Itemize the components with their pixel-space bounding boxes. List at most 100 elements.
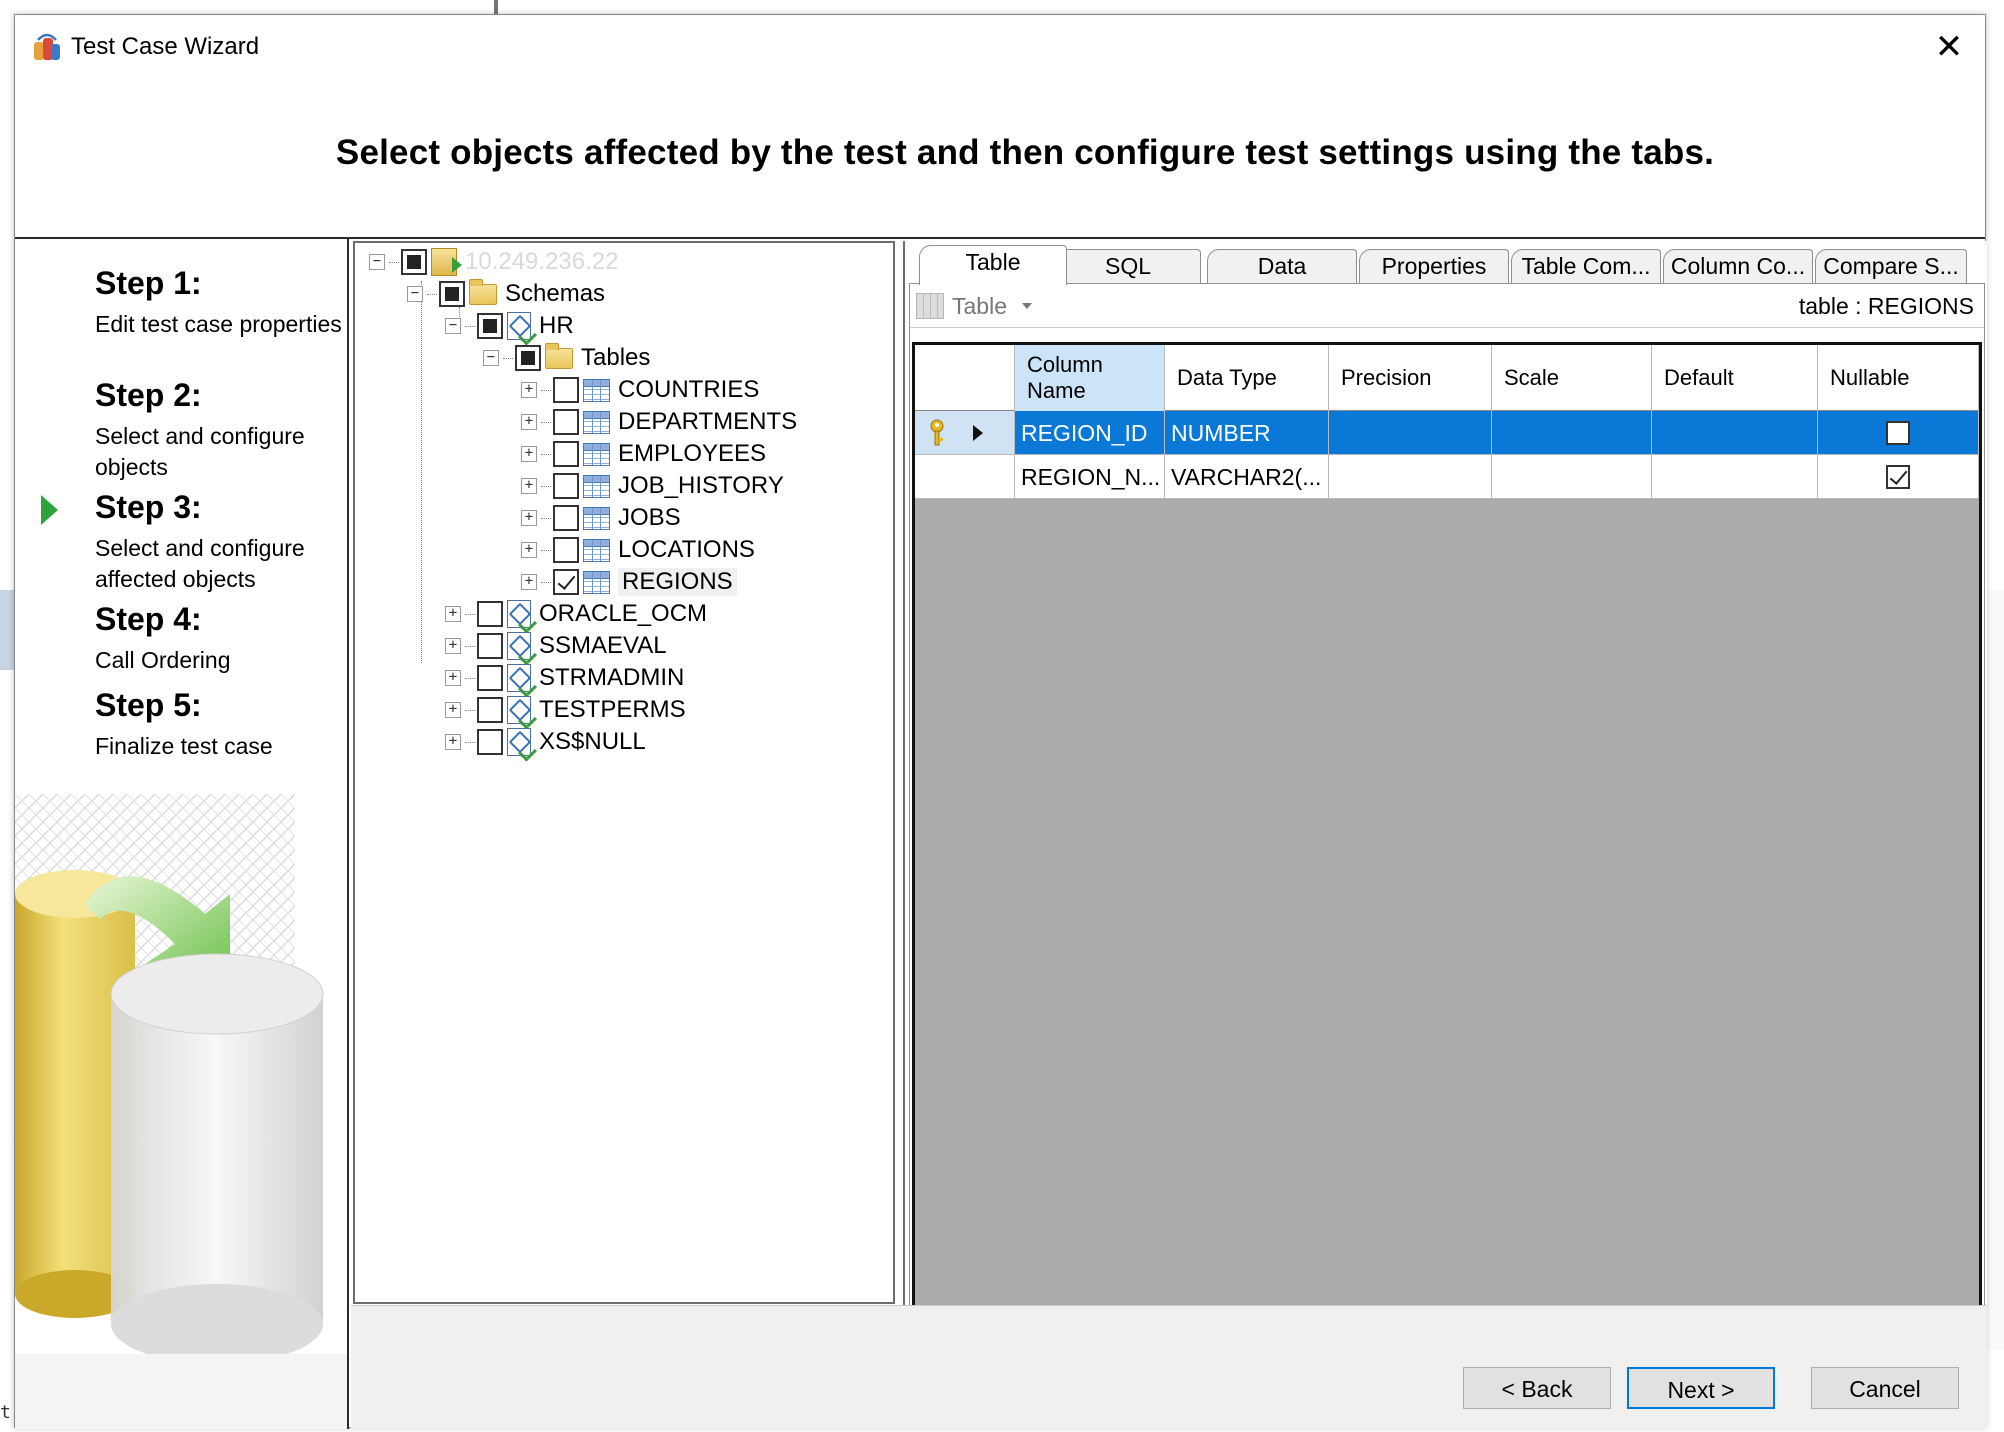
cell-nullable[interactable] — [1818, 411, 1979, 455]
cell-scale[interactable] — [1492, 455, 1652, 499]
collapse-icon[interactable]: − — [407, 286, 423, 302]
expand-icon[interactable]: + — [521, 542, 537, 558]
table-label: JOBS — [618, 504, 681, 531]
cell-scale[interactable] — [1492, 411, 1652, 455]
table-checkbox[interactable] — [553, 377, 579, 403]
cell-data-type[interactable]: NUMBER — [1165, 411, 1329, 455]
hr-checkbox[interactable] — [477, 313, 503, 339]
table-row[interactable]: REGION_N... VARCHAR2(... — [915, 455, 1979, 499]
tab-properties[interactable]: Properties — [1359, 249, 1509, 283]
cell-default[interactable] — [1652, 411, 1818, 455]
step-5-desc: Finalize test case — [95, 733, 273, 759]
schema-label: SSMAEVAL — [539, 632, 667, 659]
tree-node-schema[interactable]: + TESTPERMS — [445, 695, 686, 725]
table-checkbox[interactable] — [553, 505, 579, 531]
expand-icon[interactable]: + — [445, 670, 461, 686]
tab-compare-schema[interactable]: Compare S... — [1815, 249, 1967, 283]
table-checkbox[interactable] — [553, 537, 579, 563]
tree-node-hr[interactable]: − HR — [445, 311, 574, 341]
tree-node-table[interactable]: + DEPARTMENTS — [521, 407, 797, 437]
row-header[interactable] — [915, 455, 1015, 499]
tab-content-table: Table table : REGIONS Column Name Data T… — [909, 283, 1985, 1315]
back-button[interactable]: < Back — [1463, 1367, 1611, 1409]
expand-icon[interactable]: + — [521, 382, 537, 398]
server-checkbox[interactable] — [401, 249, 427, 275]
tree-node-table[interactable]: + JOB_HISTORY — [521, 471, 784, 501]
tree-node-schema[interactable]: + STRMADMIN — [445, 663, 684, 693]
tab-table-compare[interactable]: Table Com... — [1511, 249, 1661, 283]
collapse-icon[interactable]: − — [369, 254, 385, 270]
column-header-default[interactable]: Default — [1652, 345, 1818, 411]
cell-precision[interactable] — [1329, 411, 1492, 455]
schema-icon — [507, 600, 531, 628]
expand-icon[interactable]: + — [521, 574, 537, 590]
server-icon — [431, 248, 462, 276]
schema-checkbox[interactable] — [477, 697, 503, 723]
tree-node-schema[interactable]: + ORACLE_OCM — [445, 599, 707, 629]
schema-label: TESTPERMS — [539, 696, 686, 723]
hr-label: HR — [539, 312, 574, 339]
expand-icon[interactable]: + — [521, 510, 537, 526]
tree-node-table[interactable]: + JOBS — [521, 503, 681, 533]
tree-node-table[interactable]: + COUNTRIES — [521, 375, 759, 405]
table-checkbox[interactable] — [553, 441, 579, 467]
expand-icon[interactable]: + — [521, 446, 537, 462]
tree-node-schema[interactable]: + SSMAEVAL — [445, 631, 667, 661]
tree-node-tables[interactable]: − Tables — [483, 342, 650, 373]
cell-column-name[interactable]: REGION_ID — [1015, 411, 1165, 455]
expand-icon[interactable]: + — [445, 606, 461, 622]
tree-node-table[interactable]: + LOCATIONS — [521, 535, 755, 565]
schema-checkbox[interactable] — [477, 729, 503, 755]
schema-label: ORACLE_OCM — [539, 600, 708, 627]
column-header-scale[interactable]: Scale — [1492, 345, 1652, 411]
cell-default[interactable] — [1652, 455, 1818, 499]
nullable-checkbox-checked[interactable] — [1886, 465, 1910, 489]
schema-checkbox[interactable] — [477, 633, 503, 659]
cell-nullable[interactable] — [1818, 455, 1979, 499]
table-checkbox-checked[interactable] — [553, 569, 579, 595]
view-dropdown[interactable]: Table — [952, 293, 1007, 320]
window-title: Test Case Wizard — [71, 33, 260, 60]
cell-column-name[interactable]: REGION_N... — [1015, 455, 1165, 499]
table-label: LOCATIONS — [618, 536, 755, 563]
expand-icon[interactable]: + — [521, 414, 537, 430]
chevron-down-icon[interactable] — [1022, 303, 1032, 309]
column-header-precision[interactable]: Precision — [1329, 345, 1492, 411]
next-button[interactable]: Next > — [1627, 1367, 1775, 1409]
collapse-icon[interactable]: − — [445, 318, 461, 334]
close-icon[interactable]: ✕ — [1927, 25, 1971, 69]
table-row[interactable]: REGION_ID NUMBER — [915, 411, 1979, 455]
table-checkbox[interactable] — [553, 473, 579, 499]
cell-precision[interactable] — [1329, 455, 1492, 499]
row-header[interactable] — [915, 411, 1015, 455]
expand-icon[interactable]: + — [521, 478, 537, 494]
column-header-nullable[interactable]: Nullable — [1818, 345, 1979, 411]
tree-node-table[interactable]: + EMPLOYEES — [521, 439, 766, 469]
schemas-label: Schemas — [505, 280, 606, 307]
tables-checkbox[interactable] — [515, 345, 541, 371]
cell-data-type[interactable]: VARCHAR2(... — [1165, 455, 1329, 499]
object-tree[interactable]: − 10.249.236.22 − Schemas − HR − Tables … — [353, 241, 895, 1304]
tree-node-schemas[interactable]: − Schemas — [407, 278, 606, 309]
collapse-icon[interactable]: − — [483, 350, 499, 366]
tab-column-compare[interactable]: Column Co... — [1663, 249, 1813, 283]
tab-table[interactable]: Table — [919, 245, 1067, 285]
cancel-button[interactable]: Cancel — [1811, 1367, 1959, 1409]
schemas-checkbox[interactable] — [439, 281, 465, 307]
expand-icon[interactable]: + — [445, 638, 461, 654]
tree-node-server[interactable]: − 10.249.236.22 — [369, 247, 618, 277]
tab-sql[interactable]: SQL — [1055, 249, 1201, 283]
tree-node-table-selected[interactable]: + REGIONS — [521, 567, 737, 597]
step-5-title: Step 5: — [95, 687, 202, 723]
tab-data[interactable]: Data — [1207, 249, 1357, 283]
table-checkbox[interactable] — [553, 409, 579, 435]
tree-node-schema[interactable]: + XS$NULL — [445, 727, 646, 757]
column-header-data-type[interactable]: Data Type — [1165, 345, 1329, 411]
schema-checkbox[interactable] — [477, 665, 503, 691]
expand-icon[interactable]: + — [445, 734, 461, 750]
column-header-name[interactable]: Column Name — [1015, 345, 1165, 411]
schema-checkbox[interactable] — [477, 601, 503, 627]
columns-grid[interactable]: Column Name Data Type Precision Scale De… — [912, 342, 1982, 1312]
nullable-checkbox[interactable] — [1886, 421, 1910, 445]
expand-icon[interactable]: + — [445, 702, 461, 718]
